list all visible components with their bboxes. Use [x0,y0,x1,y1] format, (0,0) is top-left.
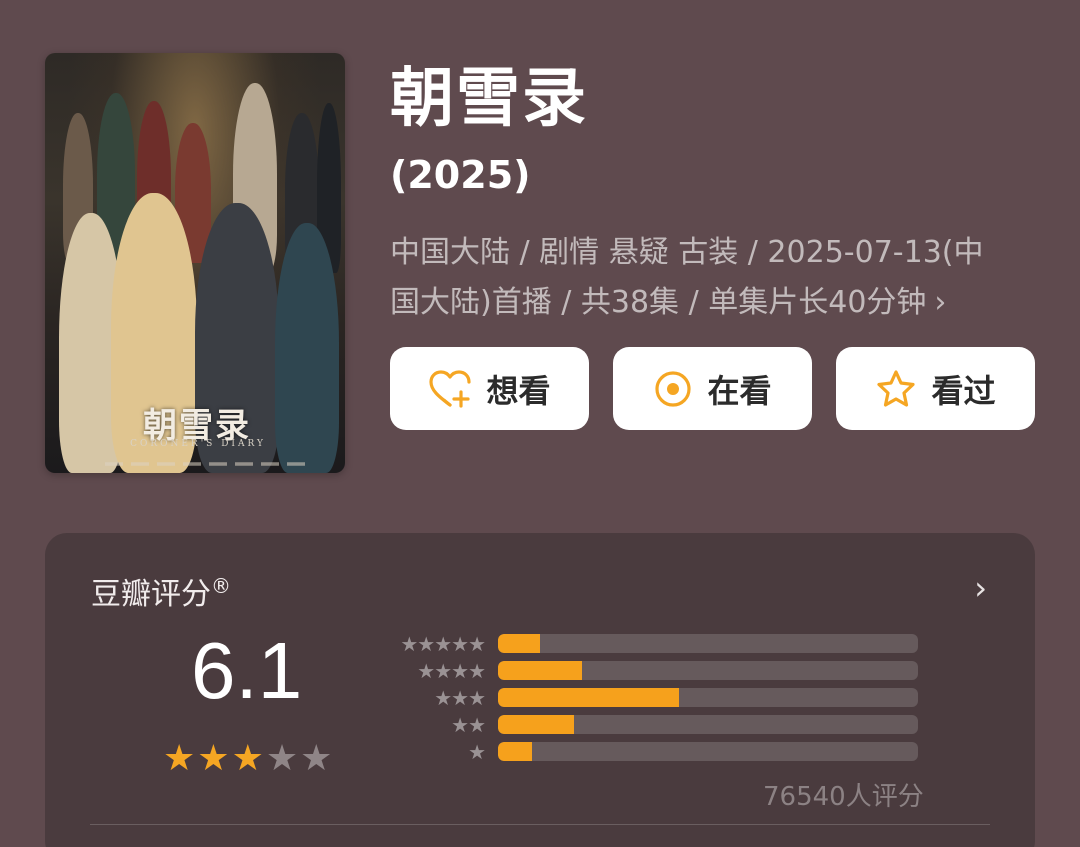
star-filled-icon: ★ [197,738,230,779]
want-to-watch-button[interactable]: 想看 [390,347,589,430]
rating-bar-track [498,742,918,761]
watching-button[interactable]: 在看 [613,347,812,430]
star-icons: ★★★★ [417,659,486,683]
meta-info[interactable]: 中国大陆 / 剧情 悬疑 古装 / 2025-07-13(中 国大陆)首播 / … [390,228,1030,328]
star-icons: ★ [468,740,486,764]
rating-bar-fill [498,742,532,761]
star-filled-icon: ★ [163,738,196,779]
rating-bar-fill [498,661,582,680]
poster-credits [105,462,305,466]
star-filled-icon: ★ [231,738,264,779]
star-outline-icon [877,369,916,407]
target-circle-icon [655,370,692,407]
rating-bar-track [498,661,918,680]
heart-plus-icon [429,369,472,408]
poster-image[interactable]: 朝雪录 CORONER'S DIARY [45,53,345,473]
star-icons: ★★★ [434,686,486,710]
star-empty-icon: ★ [265,738,299,779]
meta-line-2: 国大陆)首播 / 共38集 / 单集片长40分钟 › [390,278,1030,328]
rating-stars: ★ ★ ★ ★ ★ [163,741,332,777]
watching-label: 在看 [707,371,772,410]
registered-mark: ® [211,574,231,598]
want-to-watch-label: 想看 [486,371,551,410]
meta-line-1: 中国大陆 / 剧情 悬疑 古装 / 2025-07-13(中 [390,235,984,270]
star-icons: ★★ [451,713,486,737]
rating-bar-fill [498,715,574,734]
action-buttons: 想看 在看 看过 [390,347,1035,430]
chevron-right-icon[interactable]: › [934,278,946,328]
page-title: 朝雪录 [390,62,588,136]
star-icons: ★★★★★ [400,632,486,656]
rating-bar-fill [498,634,540,653]
chevron-right-icon[interactable]: › [974,569,987,607]
rating-card[interactable]: 豆瓣评分® › 6.1 ★ ★ ★ ★ ★ ★★★★★ ★★★★ ★★★ ★★ ★ 76540人… [45,533,1035,847]
rating-title-text: 豆瓣评分 [91,577,211,612]
rating-card-title: 豆瓣评分® [91,569,231,613]
movie-detail-page: 朝雪录 CORONER'S DIARY 朝雪录 (2025) 中国大陆 / 剧情… [0,0,1080,847]
rating-bar-fill [498,688,679,707]
release-year: (2025) [390,153,531,197]
poster-subtitle: CORONER'S DIARY [130,439,266,449]
rating-bar-track [498,688,918,707]
rating-count: 76540人评分 [763,782,924,812]
star-empty-icon: ★ [300,738,333,779]
rating-score: 6.1 [191,626,303,715]
divider [90,824,990,825]
watched-button[interactable]: 看过 [836,347,1035,430]
meta-line-2-text: 国大陆)首播 / 共38集 / 单集片长40分钟 [390,285,927,320]
rating-bar-track [498,634,918,653]
poster-figure [275,223,339,473]
rating-bar-track [498,715,918,734]
watched-label: 看过 [931,371,996,410]
